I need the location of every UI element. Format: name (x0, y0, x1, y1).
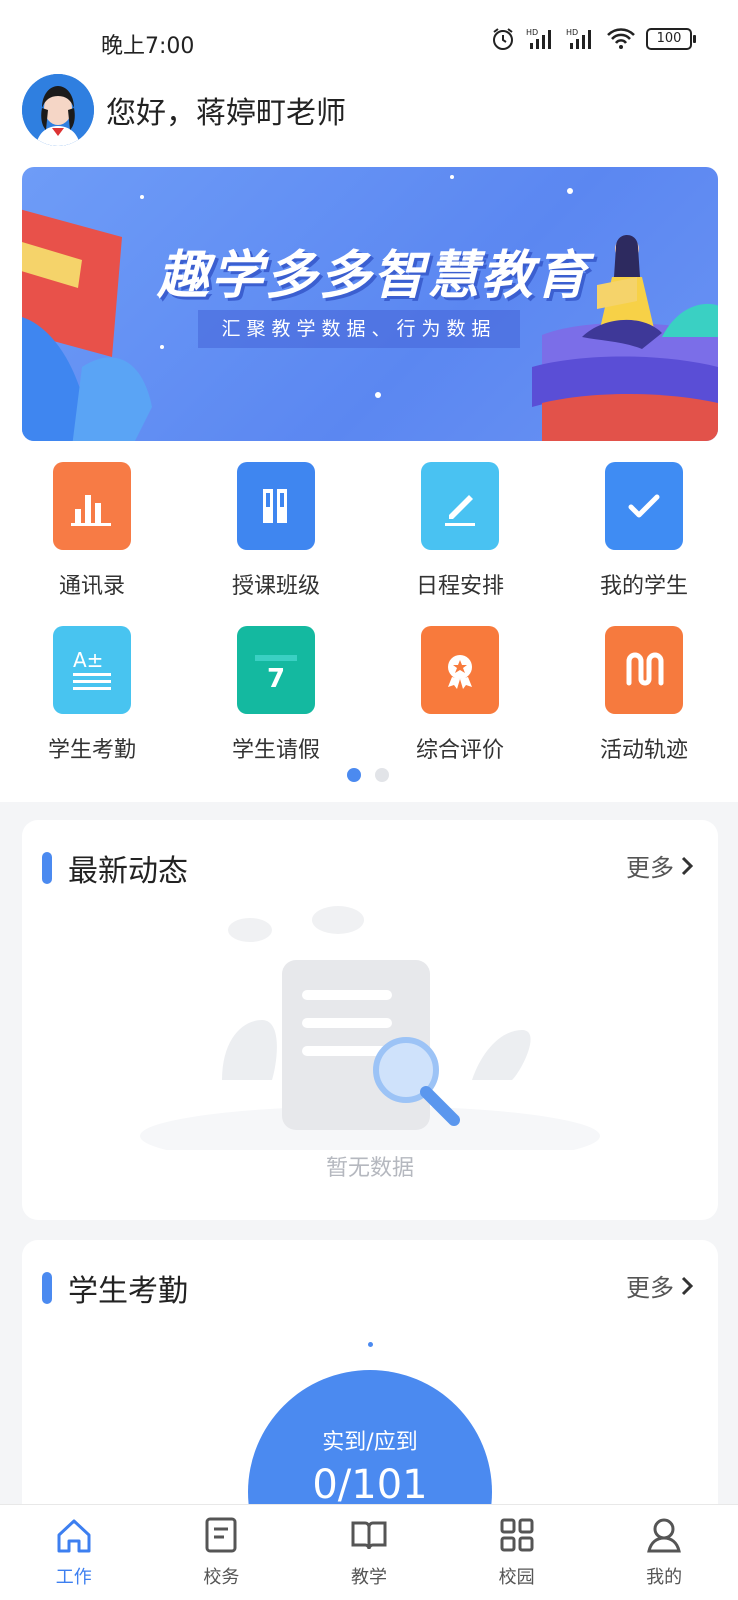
check-file-icon (605, 462, 683, 550)
empty-text: 暂无数据 (325, 1156, 414, 1181)
alarm-icon (493, 28, 513, 50)
grid-item-label: 日程安排 (415, 574, 504, 599)
home-icon (57, 1519, 91, 1553)
svg-text:HD: HD (526, 28, 538, 37)
user-icon (647, 1518, 682, 1553)
promo-banner[interactable]: 趣学多多智慧教育 汇聚教学数据、行为数据 (22, 167, 718, 441)
wifi-icon (607, 28, 635, 49)
grid-icon (500, 1518, 534, 1552)
attendance-label: 实到/应到 (322, 1430, 418, 1455)
section-accent-bar (42, 852, 52, 884)
empty-illustration (140, 906, 600, 1150)
attendance-more-link[interactable]: 更多 (626, 1268, 694, 1303)
tab-label: 工作 (55, 1567, 92, 1588)
more-label: 更多 (626, 1274, 674, 1302)
page-dot[interactable] (375, 768, 389, 782)
attendance-card: 学生考勤 更多 实到/应到 0/101 (22, 1240, 718, 1600)
status-icons: HD HD 100 (490, 26, 696, 52)
grid-item-label: 通讯录 (58, 574, 125, 599)
grid-item-leave[interactable]: 7 学生请假 (184, 626, 368, 776)
news-title: 最新动态 (68, 854, 188, 889)
tab-school-affairs[interactable]: 校务 (148, 1505, 296, 1600)
bottom-tab-bar: 工作 校务 教学 校园 我的 (0, 1504, 738, 1600)
svg-text:7: 7 (267, 664, 285, 694)
tab-label: 校园 (498, 1567, 535, 1588)
attendance-value: 0/101 (312, 1462, 428, 1508)
books-icon (237, 462, 315, 550)
empty-state: 暂无数据 (22, 900, 718, 1200)
indicator-dot (368, 1342, 373, 1347)
grid-item-label: 学生考勤 (47, 738, 136, 763)
grid-item-track[interactable]: 活动轨迹 (552, 626, 736, 776)
grid-item-label: 活动轨迹 (599, 738, 688, 763)
avatar[interactable] (22, 74, 94, 146)
tab-teaching[interactable]: 教学 (295, 1505, 443, 1600)
grid-item-label: 学生请假 (231, 738, 320, 763)
grid-item-contacts[interactable]: 通讯录 (0, 462, 184, 612)
news-more-link[interactable]: 更多 (626, 848, 694, 883)
news-header: 最新动态 (42, 846, 188, 890)
attendance-title: 学生考勤 (68, 1274, 188, 1309)
tab-label: 校务 (203, 1567, 240, 1588)
tab-mine[interactable]: 我的 (590, 1505, 738, 1600)
chevron-right-icon (681, 1276, 694, 1295)
document-icon (205, 1517, 237, 1553)
pencil-note-icon (421, 462, 499, 550)
signal-hd-icon: HD (526, 28, 551, 49)
section-accent-bar (42, 1272, 52, 1304)
svg-text:A±: A± (73, 648, 103, 672)
status-time: 晚上7:00 (101, 34, 195, 59)
grade-icon: A± (53, 626, 131, 714)
grid-item-label: 综合评价 (415, 738, 504, 763)
calendar-icon: 7 (237, 626, 315, 714)
tab-label: 教学 (350, 1567, 387, 1588)
award-icon (421, 626, 499, 714)
grid-item-attendance[interactable]: A± 学生考勤 (0, 626, 184, 776)
more-label: 更多 (626, 854, 674, 882)
grid-item-schedule[interactable]: 日程安排 (368, 462, 552, 612)
svg-text:HD: HD (566, 28, 578, 37)
tab-work[interactable]: 工作 (0, 1505, 148, 1600)
grid-item-my-students[interactable]: 我的学生 (552, 462, 736, 612)
chevron-right-icon (681, 856, 694, 875)
greeting-row: 您好，蒋婷町老师 (22, 74, 346, 146)
grid-item-label: 授课班级 (231, 574, 320, 599)
greeting-text: 您好，蒋婷町老师 (106, 96, 346, 131)
banner-subtitle: 汇聚教学数据、行为数据 (198, 310, 520, 348)
battery-indicator: 100 (646, 28, 696, 50)
news-card: 最新动态 更多 暂无数据 (22, 820, 718, 1220)
grid-item-label: 我的学生 (599, 574, 688, 599)
grid-item-evaluation[interactable]: 综合评价 (368, 626, 552, 776)
grid-item-classes[interactable]: 授课班级 (184, 462, 368, 612)
tab-campus[interactable]: 校园 (443, 1505, 591, 1600)
track-icon (605, 626, 683, 714)
page-indicator (347, 768, 389, 782)
tab-label: 我的 (646, 1567, 683, 1588)
banner-title: 趣学多多智慧教育 (156, 246, 589, 306)
page-dot-active[interactable] (347, 768, 361, 782)
status-bar: 晚上7:00 HD HD 100 (0, 0, 738, 72)
attendance-header: 学生考勤 (42, 1266, 188, 1310)
contacts-icon (53, 462, 131, 550)
signal-hd-icon-2: HD (566, 28, 591, 49)
avatar-image (22, 74, 94, 146)
book-icon (351, 1521, 387, 1550)
